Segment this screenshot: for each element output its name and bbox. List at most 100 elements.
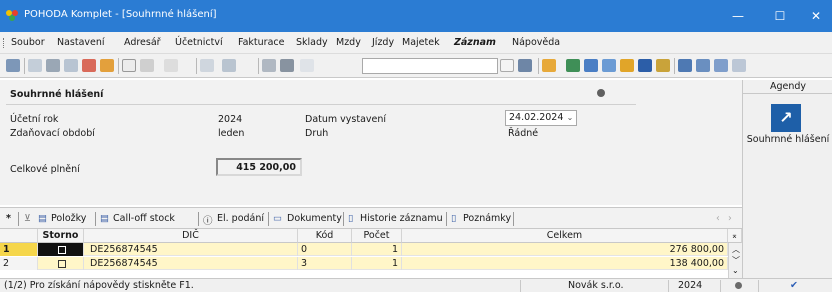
window-icon[interactable] (678, 59, 692, 72)
storno-checkbox[interactable] (58, 246, 66, 254)
asterisk-icon: * (6, 213, 11, 224)
save-icon[interactable] (262, 59, 276, 72)
tab-poznamky[interactable]: Poznámky (463, 213, 511, 224)
window-title: POHODA Komplet - [Souhrnné hlášení] (24, 9, 217, 20)
money-icon[interactable] (656, 59, 670, 72)
toolbar-separator (674, 58, 675, 74)
tab-call-off-stock[interactable]: Call-off stock (113, 213, 175, 224)
column-header-kod[interactable]: Kód (298, 229, 352, 243)
souhrnne-hlaseni-agenda-icon[interactable]: ↗ (771, 104, 801, 132)
menu-ucetnictvi[interactable]: Účetnictví (175, 37, 223, 48)
storno-cell[interactable] (38, 243, 84, 256)
divider (6, 104, 636, 105)
grid-icon[interactable] (280, 59, 294, 72)
status-bar: (1/2) Pro získání nápovědy stiskněte F1.… (0, 278, 832, 292)
scroll-bottom-icon[interactable]: ⌄ (732, 266, 739, 275)
chevron-down-icon[interactable]: ⌄ (564, 112, 576, 124)
preview-icon[interactable] (64, 59, 78, 72)
table-row[interactable]: 1 DE256874545 0 1 276 800,00 (0, 243, 728, 256)
spreadsheet-icon[interactable] (566, 59, 580, 72)
back-icon[interactable] (200, 59, 214, 72)
dic-cell[interactable]: DE256874545 (84, 243, 298, 256)
menu-adresar[interactable]: Adresář (124, 37, 161, 48)
menu-grip-icon (3, 38, 5, 48)
table-icon[interactable] (602, 59, 616, 72)
print-icon[interactable] (46, 59, 60, 72)
maximize-button[interactable]: ☐ (762, 0, 798, 32)
minimize-button[interactable]: — (720, 0, 756, 32)
help-icon[interactable] (732, 59, 746, 72)
search-icon[interactable] (222, 59, 236, 72)
record-icon[interactable] (6, 59, 20, 72)
menu-mzdy[interactable]: Mzdy (336, 37, 361, 48)
tab-historie-zaznamu[interactable]: Historie záznamu (360, 213, 443, 224)
window-list-icon[interactable] (714, 59, 728, 72)
menu-napoveda[interactable]: Nápověda (512, 37, 560, 48)
new-record-icon[interactable] (122, 59, 136, 72)
celkem-cell[interactable]: 276 800,00 (402, 243, 728, 256)
tab-el-podani[interactable]: El. podání (217, 213, 264, 224)
ucetni-rok-label: Účetní rok (10, 114, 59, 125)
window-split-icon[interactable] (696, 59, 710, 72)
toolbar-separator (24, 58, 25, 74)
dic-cell[interactable]: DE256874545 (84, 257, 298, 270)
agenda-item-label[interactable]: Souhrnné hlášení (743, 134, 832, 145)
column-header-celkem[interactable]: Celkem (402, 229, 728, 243)
menu-sklady[interactable]: Sklady (296, 37, 328, 48)
open-folder-icon[interactable] (542, 59, 556, 72)
scroll-up-icon[interactable]: ︿ (732, 244, 740, 255)
folder-icon[interactable] (100, 59, 114, 72)
document-icon: ▯ (451, 213, 457, 224)
pdf-icon[interactable] (82, 59, 96, 72)
column-header-storno[interactable]: Storno (38, 229, 84, 243)
filter-icon[interactable] (518, 59, 532, 72)
form-panel: Souhrnné hlášení Účetní rok 2024 Zdaňova… (0, 80, 742, 205)
tab-dokumenty[interactable]: Dokumenty (287, 213, 342, 224)
filter-icon[interactable]: ⊻ (24, 213, 31, 224)
pocet-cell[interactable]: 1 (352, 257, 402, 270)
scroll-down-icon[interactable]: ﹀ (732, 255, 740, 266)
title-bar: POHODA Komplet - [Souhrnné hlášení] — ☐ … (0, 0, 832, 32)
menu-soubor[interactable]: Soubor (11, 37, 45, 48)
menu-fakturace[interactable]: Fakturace (238, 37, 284, 48)
tab-scroll-left-icon[interactable]: ‹ (716, 213, 720, 224)
edit-icon[interactable] (140, 59, 154, 72)
kod-cell[interactable]: 0 (298, 243, 352, 256)
close-button[interactable]: ✕ (798, 0, 832, 32)
column-header-pocet[interactable]: Počet (352, 229, 402, 243)
iban-icon[interactable] (638, 59, 652, 72)
report-icon[interactable] (584, 59, 598, 72)
druh-value: Řádné (508, 128, 539, 139)
table-row[interactable]: 2 DE256874545 3 1 138 400,00 (0, 257, 728, 270)
dropdown-arrow-icon[interactable] (500, 59, 514, 72)
list-icon: ▤ (100, 213, 109, 224)
copy-icon[interactable] (28, 59, 42, 72)
delete-icon[interactable] (164, 59, 178, 72)
tab-scroll-right-icon[interactable]: › (728, 213, 732, 224)
menu-nastaveni[interactable]: Nastavení (57, 37, 105, 48)
scroll-top-icon[interactable]: ⌅ (728, 229, 742, 243)
datum-input-value: 24.02.2024 (509, 112, 564, 123)
menu-bar: Soubor Nastavení Adresář Účetnictví Fakt… (0, 32, 832, 54)
storno-cell[interactable] (38, 257, 84, 270)
tab-polozky[interactable]: Položky (51, 213, 86, 224)
storno-checkbox[interactable] (58, 260, 66, 268)
tab-separator (446, 212, 447, 226)
menu-jizdy[interactable]: Jízdy (372, 37, 394, 48)
users-icon[interactable] (620, 59, 634, 72)
kod-cell[interactable]: 3 (298, 257, 352, 270)
agendy-header: Agendy (743, 80, 832, 94)
grid-scrollbar[interactable]: ︿ ﹀ ⌄ (728, 243, 742, 278)
column-header-dic[interactable]: DIČ (84, 229, 298, 243)
status-separator (720, 280, 721, 292)
tab-separator (268, 212, 269, 226)
clipboard-icon[interactable] (300, 59, 314, 72)
status-hint: (1/2) Pro získání nápovědy stiskněte F1. (4, 280, 194, 291)
menu-zaznam[interactable]: Záznam (454, 37, 496, 48)
celkem-cell[interactable]: 138 400,00 (402, 257, 728, 270)
menu-majetek[interactable]: Majetek (402, 37, 440, 48)
toolbar-filter-input[interactable] (362, 58, 498, 74)
datum-input[interactable]: 24.02.2024 ⌄ (505, 110, 577, 126)
pocet-cell[interactable]: 1 (352, 243, 402, 256)
state-indicator-icon (597, 89, 605, 97)
